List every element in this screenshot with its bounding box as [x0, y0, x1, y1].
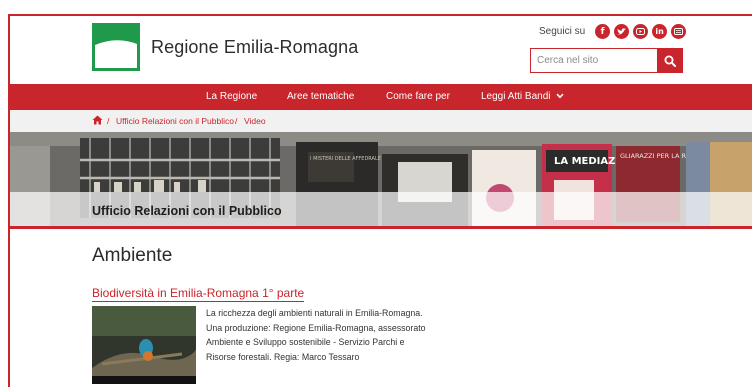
linkedin-icon[interactable]: in [652, 24, 668, 39]
page-frame: Regione Emilia-Romagna Seguici su f in C… [8, 14, 752, 387]
description-line: Una produzione: Regione Emilia-Romagna, … [206, 322, 426, 333]
search-icon [664, 55, 676, 67]
facebook-icon[interactable]: f [595, 24, 611, 39]
article-description: La ricchezza degli ambienti naturali in … [206, 306, 476, 364]
site-title[interactable]: Regione Emilia-Romagna [151, 37, 358, 58]
description-line: Ambiente e Sviluppo sostenibile - Serviz… [206, 337, 405, 347]
site-search [530, 48, 683, 73]
description-line: Risorse forestali. Regia: Marco Tessaro [206, 351, 360, 362]
home-icon[interactable] [92, 115, 103, 125]
search-input[interactable] [530, 48, 657, 73]
main-navigation: La Regione Aree tematiche Come fare per … [10, 84, 752, 110]
description-line: La ricchezza degli ambienti naturali in … [206, 308, 423, 318]
nav-leggi-atti-bandi[interactable]: Leggi Atti Bandi [481, 91, 564, 102]
nav-come-fare-per[interactable]: Come fare per [386, 91, 450, 102]
chevron-down-icon [556, 93, 564, 99]
nav-aree-tematiche[interactable]: Aree tematiche [287, 91, 354, 102]
poster-text-misteri: I MISTERI DELLE AFFEDRALE [310, 156, 381, 162]
article-title-link[interactable]: Biodiversità in Emilia-Romagna 1° parte [92, 286, 305, 302]
regione-logo[interactable] [92, 23, 140, 71]
follow-label: Seguici su [539, 26, 586, 37]
page-heading: Ambiente [92, 245, 173, 266]
breadcrumb-item-urp[interactable]: Ufficio Relazioni con il Pubblico [116, 116, 234, 126]
search-button[interactable] [657, 48, 683, 73]
breadcrumb-separator: / [107, 116, 110, 126]
video-thumbnail[interactable] [92, 306, 196, 384]
breadcrumb-separator: / [235, 116, 238, 126]
breadcrumb-item-video[interactable]: Video [244, 116, 266, 126]
breadcrumb: / Ufficio Relazioni con il Pubblico / Vi… [10, 110, 752, 132]
nav-la-regione[interactable]: La Regione [206, 91, 257, 102]
youtube-icon[interactable] [633, 24, 649, 39]
page-banner: I MISTERI DELLE AFFEDRALE LA MEDIAZION G… [10, 132, 752, 226]
site-header: Regione Emilia-Romagna Seguici su f in [10, 16, 752, 84]
rss-icon[interactable] [671, 24, 687, 39]
twitter-icon[interactable] [614, 24, 630, 39]
nav-leggi-atti-bandi-label: Leggi Atti Bandi [481, 91, 551, 102]
banner-divider [10, 226, 752, 229]
social-follow: Seguici su f in [539, 24, 687, 39]
banner-title: Ufficio Relazioni con il Pubblico [92, 204, 282, 218]
